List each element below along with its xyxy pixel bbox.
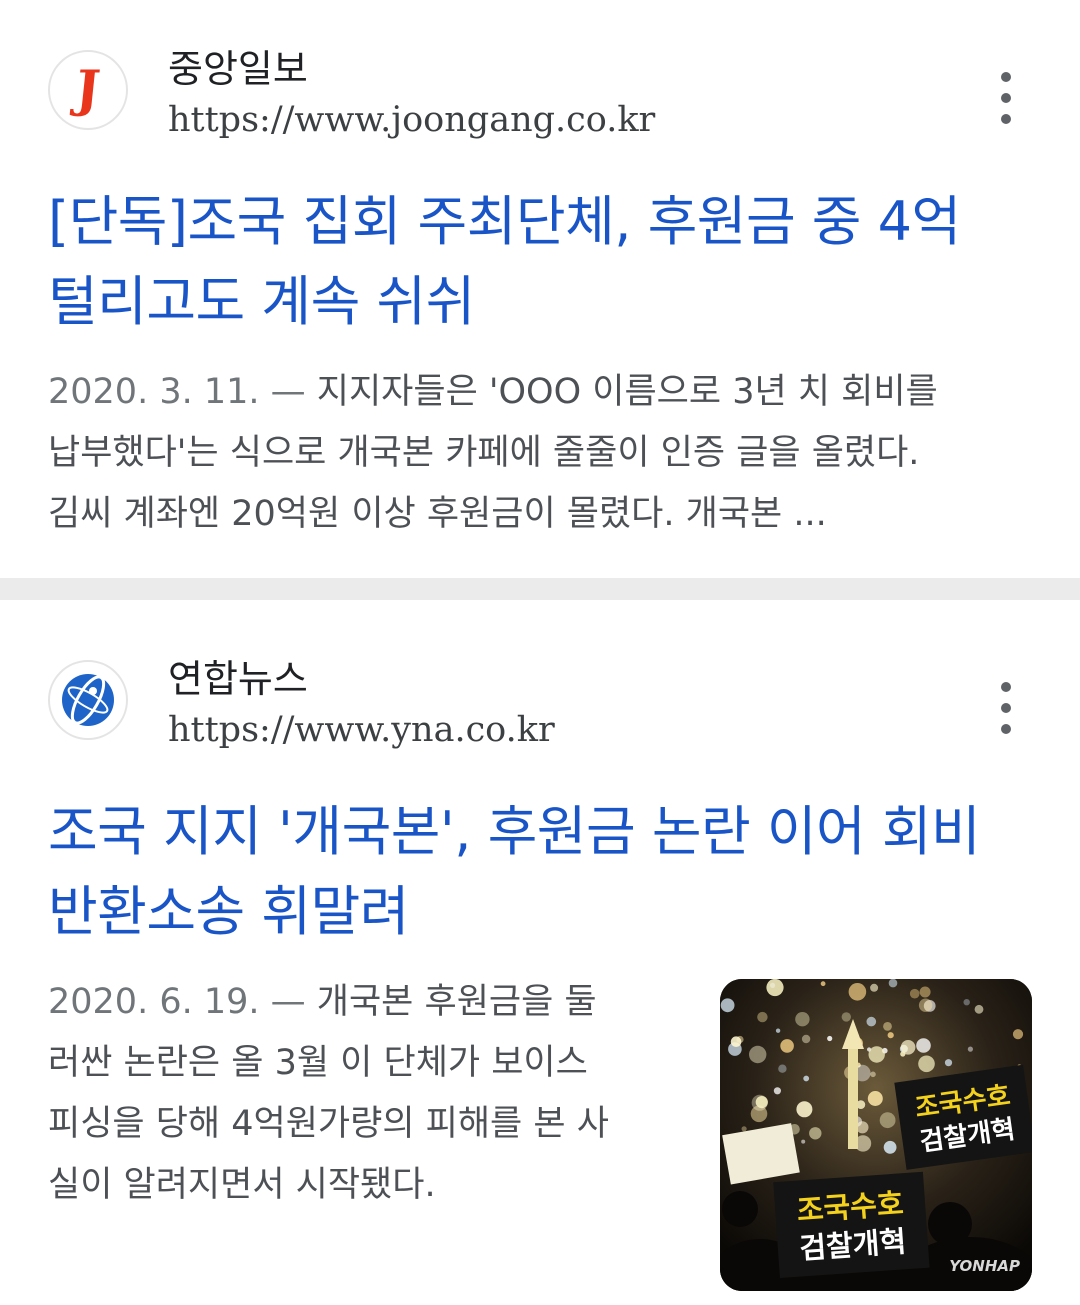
bokeh-light	[749, 1045, 767, 1064]
bokeh-light	[755, 1096, 768, 1109]
bokeh-light	[967, 1046, 973, 1052]
result-title-line: 털리고도 계속 쉬쉬	[48, 270, 475, 333]
result-separator	[0, 578, 1080, 600]
bokeh-light	[757, 1011, 768, 1023]
snippet-line: 개국본 후원금을 둘	[316, 982, 597, 1022]
bokeh-light	[778, 1064, 787, 1073]
source-name: 연합뉴스	[168, 657, 308, 701]
result-thumbnail-image[interactable]: 조국수호 검찰개혁 조국수호 검찰개혁 YONHAP	[720, 979, 1032, 1291]
source-name: 중앙일보	[168, 47, 308, 91]
bokeh-light	[795, 1012, 810, 1027]
source-url: https://www.joongang.co.kr	[168, 100, 656, 140]
bokeh-light	[918, 1055, 935, 1073]
bokeh-light	[801, 1139, 806, 1144]
snippet-line: 실이 알려지면서 시작됐다.	[48, 1165, 436, 1205]
bokeh-light	[741, 1126, 747, 1132]
bokeh-light	[868, 1046, 885, 1063]
bokeh-light	[820, 981, 826, 987]
bokeh-light	[909, 988, 920, 999]
search-result-card: J 중앙일보 https://www.joongang.co.kr [단독]조국…	[0, 0, 1080, 578]
bokeh-light	[883, 1022, 892, 1031]
joongang-favicon-icon: J	[48, 50, 128, 130]
yonhap-watermark: YONHAP	[949, 1257, 1020, 1275]
result-title-line: 조국 지지 '개국본', 후원금 논란 이어 회비	[48, 800, 981, 863]
bokeh-light	[866, 1016, 877, 1027]
bokeh-light	[919, 986, 931, 998]
bokeh-light	[879, 1112, 896, 1129]
bokeh-light	[770, 982, 776, 988]
bokeh-light	[963, 999, 970, 1006]
yonhap-logo-icon	[48, 660, 128, 740]
bokeh-light	[900, 1051, 906, 1057]
bokeh-light	[870, 1071, 876, 1078]
more-options-icon[interactable]	[984, 72, 1028, 124]
bokeh-light	[867, 1091, 883, 1106]
bokeh-light	[944, 1059, 953, 1067]
bokeh-light	[883, 1140, 897, 1154]
more-options-icon[interactable]	[984, 682, 1028, 734]
bokeh-light	[773, 1087, 781, 1095]
bokeh-light	[888, 979, 898, 988]
result-snippet: 2020. 6. 19. — 개국본 후원금을 둘 러싼 논란은 올 3월 이 …	[48, 972, 609, 1216]
result-source-row[interactable]: J 중앙일보 https://www.joongang.co.kr	[48, 47, 1040, 150]
bokeh-light	[796, 1101, 813, 1118]
bokeh-light	[856, 1121, 869, 1134]
bokeh-light	[801, 1034, 811, 1044]
bokeh-light	[766, 979, 784, 997]
bokeh-light	[809, 1127, 822, 1140]
result-date: 2020. 3. 11. —	[48, 372, 317, 412]
bokeh-light	[803, 1075, 810, 1082]
search-result-card: 연합뉴스 https://www.yna.co.kr 조국 지지 '개국본', …	[0, 600, 1080, 1305]
bokeh-light	[916, 1038, 931, 1053]
snippet-line: 납부했다'는 식으로 개국본 카페에 줄줄이 인증 글을 올렸다.	[48, 433, 920, 473]
bokeh-light	[1012, 1029, 1024, 1040]
result-title-line: 반환소송 휘말려	[48, 880, 409, 943]
result-title-link[interactable]: 조국 지지 '개국본', 후원금 논란 이어 회비 반환소송 휘말려	[48, 792, 1038, 952]
bokeh-light	[827, 1035, 833, 1042]
snippet-line: 피싱을 당해 4억원가량의 피해를 본 사	[48, 1104, 609, 1144]
result-title-link[interactable]: [단독]조국 집회 주최단체, 후원금 중 4억 털리고도 계속 쉬쉬	[48, 182, 1038, 342]
snippet-line: 지지자들은 'OOO 이름으로 3년 치 회비를	[316, 372, 938, 412]
bokeh-light	[775, 1028, 781, 1033]
bokeh-light	[870, 983, 879, 992]
bokeh-light	[780, 1039, 794, 1053]
bokeh-light	[918, 998, 933, 1012]
bokeh-light	[720, 998, 735, 1013]
bokeh-light	[848, 983, 867, 1001]
result-snippet: 2020. 3. 11. — 지지자들은 'OOO 이름으로 3년 치 회비를 …	[48, 362, 938, 545]
result-title-line: [단독]조국 집회 주최단체, 후원금 중 4억	[48, 190, 961, 253]
result-date: 2020. 6. 19. —	[48, 982, 317, 1022]
snippet-line: 러싼 논란은 올 3월 이 단체가 보이스	[48, 1043, 588, 1083]
bokeh-light	[841, 1012, 851, 1022]
bokeh-light	[887, 1032, 894, 1039]
result-source-row[interactable]: 연합뉴스 https://www.yna.co.kr	[48, 657, 1040, 760]
bokeh-light	[730, 1036, 742, 1047]
source-url: https://www.yna.co.kr	[168, 710, 555, 750]
bokeh-light	[974, 1004, 984, 1014]
snippet-line: 김씨 계좌엔 20억원 이상 후원금이 몰렸다. 개국본 ...	[48, 494, 827, 534]
